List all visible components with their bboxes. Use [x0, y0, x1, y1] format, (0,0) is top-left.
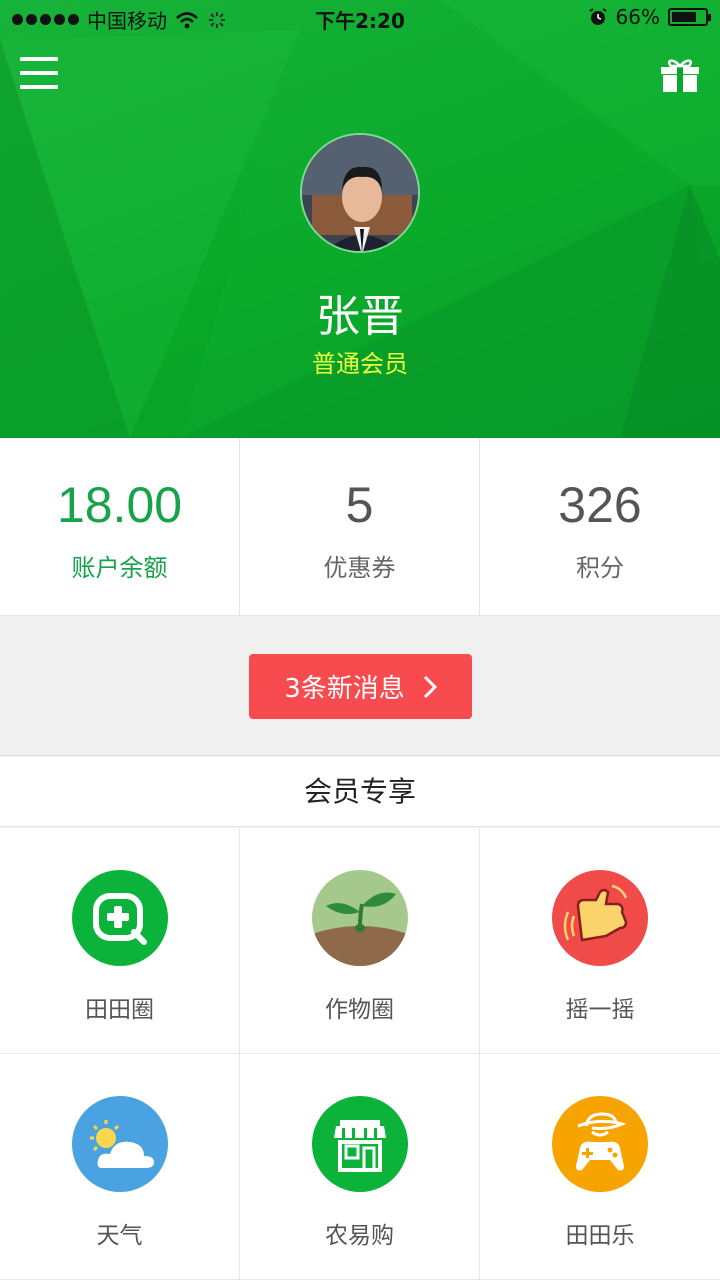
weather-cloud-sun-icon [71, 1096, 168, 1192]
chevron-right-icon [423, 675, 437, 698]
stat-label: 积分 [576, 554, 624, 582]
feature-tiantianquan[interactable]: 田田圈 [0, 828, 240, 1054]
feature-label: 作物圈 [325, 997, 394, 1023]
feature-weather[interactable]: 天气 [0, 1054, 240, 1280]
account-stats: 18.00 账户余额 5 优惠券 326 积分 [0, 438, 720, 616]
battery-icon [668, 8, 711, 26]
new-messages-button[interactable]: 3条新消息 [249, 654, 472, 719]
shake-hand-icon [552, 870, 648, 966]
section-title: 会员专享 [0, 757, 720, 827]
hamburger-menu-icon[interactable] [20, 57, 58, 91]
feature-label: 摇一摇 [565, 997, 635, 1023]
stat-value: 5 [345, 477, 374, 533]
feature-label: 田田乐 [565, 1223, 635, 1249]
feature-label: 农易购 [325, 1223, 394, 1249]
message-area: 3条新消息 [0, 616, 720, 756]
sprout-icon [311, 870, 408, 966]
feature-zuowuquan[interactable]: 作物圈 [240, 828, 480, 1054]
status-bar: 中国移动 下午2:20 66% [0, 0, 720, 36]
new-messages-label: 3条新消息 [284, 674, 405, 704]
stat-points[interactable]: 326 积分 [480, 438, 720, 616]
feature-nongyigou[interactable]: 农易购 [240, 1054, 480, 1280]
username: 张晋 [316, 291, 404, 342]
avatar[interactable] [300, 133, 420, 253]
shop-icon [311, 1096, 408, 1192]
profile-header: 中国移动 下午2:20 66% 张晋 普通会员 [0, 0, 720, 438]
gift-icon[interactable] [660, 55, 700, 93]
battery-percent: 66% [615, 5, 660, 29]
feature-grid: 田田圈 作物圈 摇一摇 天气 农易购 田田乐 [0, 828, 720, 1280]
search-plus-icon [71, 870, 168, 966]
alarm-icon [588, 8, 607, 25]
status-right: 66% [588, 5, 711, 29]
feature-label: 天气 [96, 1223, 143, 1249]
stat-value: 18.00 [56, 477, 183, 533]
stat-coupons[interactable]: 5 优惠券 [240, 438, 480, 616]
stat-balance[interactable]: 18.00 账户余额 [0, 438, 240, 616]
stat-label: 优惠券 [323, 554, 396, 582]
member-level: 普通会员 [312, 350, 408, 378]
feature-label: 田田圈 [85, 997, 154, 1023]
feature-tiantianle[interactable]: 田田乐 [480, 1054, 720, 1280]
gamepad-icon [552, 1096, 648, 1192]
stat-label: 账户余额 [71, 554, 168, 582]
stat-value: 326 [558, 477, 642, 533]
feature-yaoyiyao[interactable]: 摇一摇 [480, 828, 720, 1054]
